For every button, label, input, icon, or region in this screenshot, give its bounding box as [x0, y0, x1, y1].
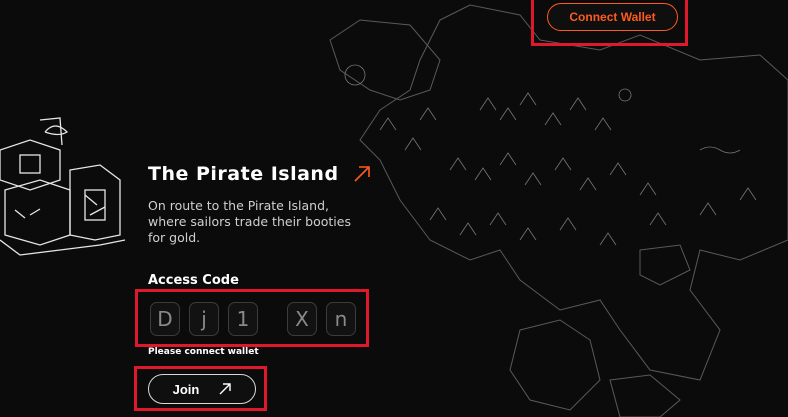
highlight-box-join [134, 366, 267, 411]
map-background [0, 4, 788, 417]
page-description: On route to the Pirate Island, where sai… [148, 198, 351, 245]
arrow-up-right-icon[interactable] [352, 164, 372, 184]
highlight-box-connect-wallet [531, 0, 688, 46]
connect-wallet-hint: Please connect wallet [148, 347, 259, 357]
highlight-box-access-code [135, 289, 369, 347]
access-code-label: Access Code [148, 273, 239, 288]
page-title: The Pirate Island [148, 163, 339, 185]
